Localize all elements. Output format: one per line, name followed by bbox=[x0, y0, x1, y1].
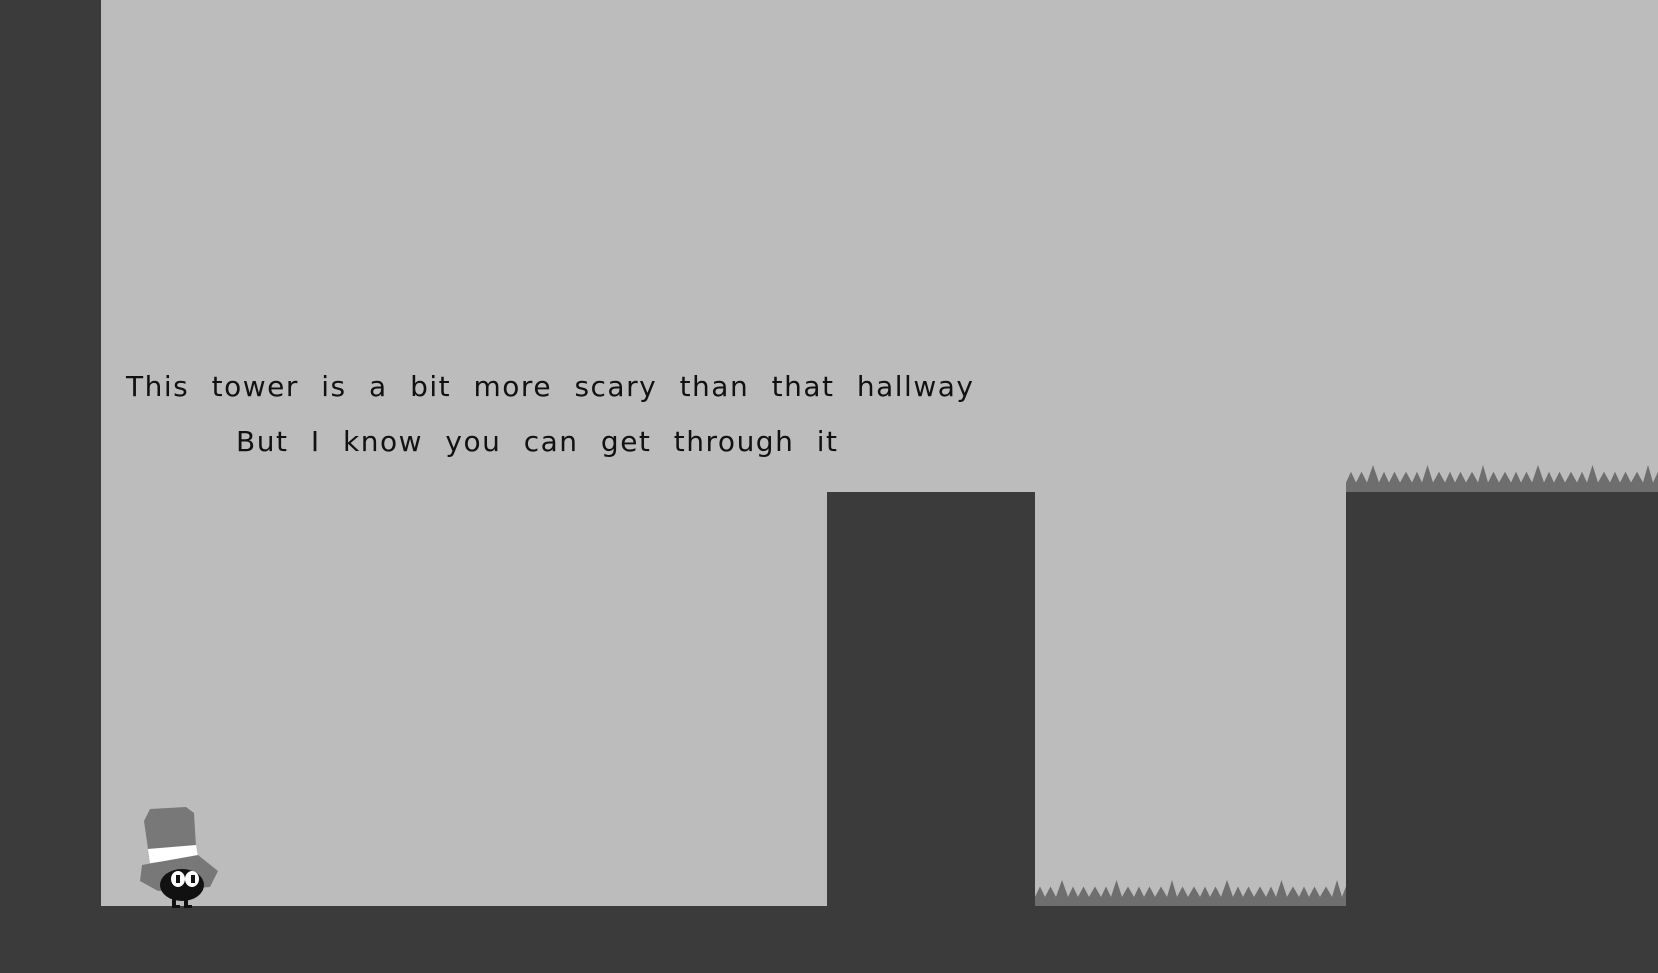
right-ledge-block bbox=[1346, 491, 1658, 906]
dialogue-line-2: But I know you can get through it bbox=[236, 425, 839, 458]
left-wall bbox=[0, 0, 101, 973]
dialogue-line-1: This tower is a bit more scary than that… bbox=[126, 370, 975, 403]
tower-pillar bbox=[827, 492, 1035, 906]
spike-row-icon bbox=[1346, 465, 1658, 492]
left-pupil bbox=[176, 875, 180, 883]
spike-teeth bbox=[1035, 880, 1346, 906]
top-hat-character-icon bbox=[140, 807, 218, 908]
ground-floor bbox=[0, 906, 1658, 973]
spike-row-icon bbox=[1035, 880, 1346, 906]
hat-crown bbox=[144, 807, 196, 849]
game-scene: This tower is a bit more scary than that… bbox=[0, 0, 1658, 973]
right-pupil bbox=[191, 875, 195, 883]
spike-teeth bbox=[1346, 465, 1658, 492]
